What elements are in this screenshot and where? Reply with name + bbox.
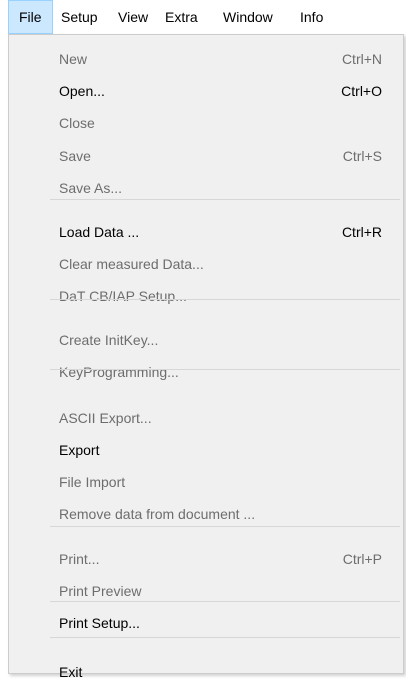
menu-item-label: Exit bbox=[59, 664, 83, 680]
menu-item-label: ASCII Export... bbox=[59, 410, 152, 426]
menu-file[interactable]: File bbox=[8, 0, 53, 34]
menu-item-file-import[interactable]: File Import bbox=[9, 467, 403, 497]
menu-item-label: File Import bbox=[59, 474, 126, 490]
menu-separator bbox=[50, 199, 400, 200]
menu-item-new[interactable]: New Ctrl+N bbox=[9, 44, 403, 74]
menu-item-label: KeyProgramming... bbox=[59, 364, 179, 380]
menu-separator bbox=[50, 526, 400, 527]
menu-item-shortcut: Ctrl+N bbox=[341, 51, 382, 67]
menu-separator bbox=[50, 601, 400, 602]
menu-item-label: Load Data ... bbox=[59, 224, 140, 240]
menu-item-shortcut: Ctrl+P bbox=[342, 551, 382, 567]
menu-item-print-setup[interactable]: Print Setup... bbox=[9, 608, 403, 638]
menu-item-clear-measured-data[interactable]: Clear measured Data... bbox=[9, 249, 403, 279]
menu-item-label: Export bbox=[59, 442, 100, 458]
menu-item-label: New bbox=[59, 51, 88, 67]
menu-item-create-initkey[interactable]: Create InitKey... bbox=[9, 325, 403, 355]
menu-item-close[interactable]: Close bbox=[9, 108, 403, 138]
menu-item-label: Remove data from document ... bbox=[59, 506, 256, 522]
menu-window[interactable]: Window bbox=[223, 0, 273, 34]
menu-item-save[interactable]: Save Ctrl+S bbox=[9, 141, 403, 171]
menu-item-dat-cb-iap-setup[interactable]: DaT CB/IAP Setup... bbox=[9, 281, 403, 311]
menu-info[interactable]: Info bbox=[300, 0, 323, 34]
file-menu-dropdown: New Ctrl+N Open... Ctrl+O Close Save Ctrl+S Sav… bbox=[8, 34, 404, 680]
menubar: File Setup View Extra Window Info bbox=[0, 0, 406, 34]
menu-item-shortcut: Ctrl+R bbox=[341, 224, 382, 240]
menu-item-label: Clear measured Data... bbox=[59, 256, 204, 272]
menu-separator bbox=[50, 299, 400, 300]
menu-item-shortcut: Ctrl+S bbox=[342, 148, 382, 164]
menu-separator bbox=[50, 369, 400, 370]
menu-item-keyprogramming[interactable]: KeyProgramming... bbox=[9, 357, 403, 387]
menu-separator bbox=[50, 637, 400, 638]
menu-item-export[interactable]: Export bbox=[9, 435, 403, 465]
menu-item-open[interactable]: Open... Ctrl+O bbox=[9, 76, 403, 106]
menu-extra[interactable]: Extra bbox=[165, 0, 198, 34]
menu-item-label: Create InitKey... bbox=[59, 332, 159, 348]
menu-item-label: Close bbox=[59, 115, 95, 131]
menu-item-shortcut: Ctrl+O bbox=[341, 83, 382, 99]
menu-item-label: Save bbox=[59, 148, 91, 164]
menu-item-ascii-export[interactable]: ASCII Export... bbox=[9, 403, 403, 433]
menu-view[interactable]: View bbox=[118, 0, 148, 34]
menu-item-exit[interactable]: Exit bbox=[9, 657, 403, 687]
menu-item-label: Print Setup... bbox=[59, 615, 140, 631]
menu-item-remove-data-from-document[interactable]: Remove data from document ... bbox=[9, 499, 403, 529]
menu-item-label: DaT CB/IAP Setup... bbox=[59, 288, 187, 304]
menu-item-load-data[interactable]: Load Data ... Ctrl+R bbox=[9, 217, 403, 247]
menu-item-label: Open... bbox=[59, 83, 105, 99]
menu-item-print[interactable]: Print... Ctrl+P bbox=[9, 544, 403, 574]
menu-setup[interactable]: Setup bbox=[61, 0, 98, 34]
menu-item-label: Print... bbox=[59, 551, 100, 567]
